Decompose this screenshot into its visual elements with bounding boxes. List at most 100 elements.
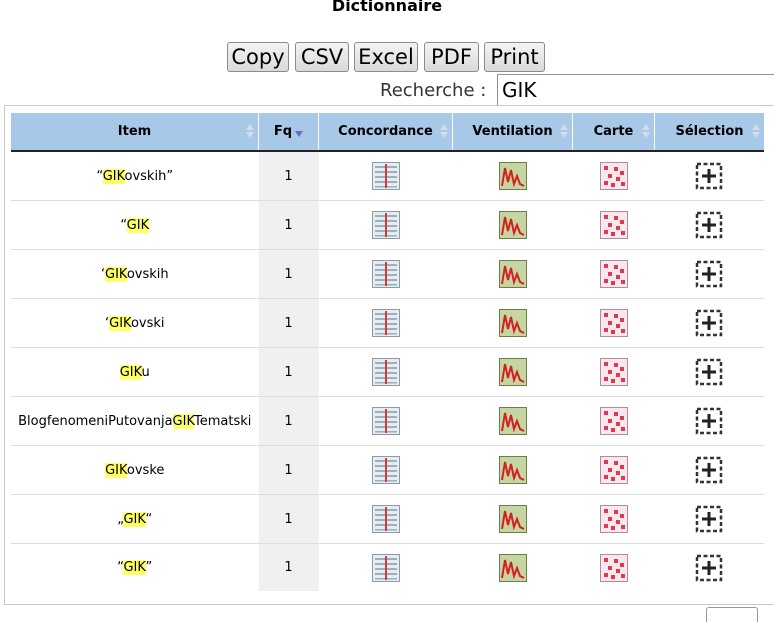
fq-cell: 1 — [258, 249, 319, 299]
item-suffix: ovskih — [126, 266, 169, 282]
table-header-row: Item Fq Concordance Ventilation Carte Sé… — [11, 113, 764, 152]
item-suffix: ovskih” — [124, 168, 174, 184]
search-input[interactable] — [497, 74, 774, 106]
item-highlight: GIK — [119, 364, 142, 380]
column-header-carte[interactable]: Carte — [572, 113, 655, 152]
map-grid-icon[interactable] — [599, 260, 628, 288]
carte-cell — [572, 494, 655, 544]
concordance-icon[interactable] — [371, 309, 400, 337]
item-highlight: GIK — [123, 560, 146, 575]
selection-cell — [654, 200, 764, 250]
item-highlight: GIK — [102, 168, 125, 184]
fq-cell: 1 — [258, 494, 319, 544]
ventilation-chart-icon[interactable] — [498, 358, 527, 386]
concordance-icon[interactable] — [371, 211, 400, 239]
item-cell: ‘GIKovskih — [11, 249, 259, 299]
concordance-cell — [318, 396, 453, 446]
add-selection-icon[interactable] — [695, 211, 724, 239]
column-header-ventilation[interactable]: Ventilation — [452, 113, 573, 152]
excel-button[interactable]: Excel — [354, 42, 418, 72]
selection-cell — [654, 249, 764, 299]
map-grid-icon[interactable] — [599, 456, 628, 484]
carte-cell — [572, 151, 655, 201]
map-grid-icon[interactable] — [599, 407, 628, 435]
concordance-icon[interactable] — [371, 553, 400, 582]
carte-cell — [572, 445, 655, 495]
ventilation-chart-icon[interactable] — [498, 553, 527, 582]
ventilation-chart-icon[interactable] — [498, 162, 527, 190]
item-suffix: Tematski — [193, 413, 252, 429]
fq-cell: 1 — [258, 298, 319, 348]
table-row: „GIK“ 1 — [11, 494, 764, 544]
table-row: “GIKovskih” 1 — [11, 151, 764, 201]
ventilation-chart-icon[interactable] — [498, 407, 527, 435]
table-row: “GIK” 1 — [11, 543, 764, 592]
search-label: Recherche : — [380, 80, 487, 101]
ventilation-chart-icon[interactable] — [498, 260, 527, 288]
copy-button[interactable]: Copy — [227, 42, 289, 72]
column-header-concordance[interactable]: Concordance — [318, 113, 453, 152]
map-grid-icon[interactable] — [599, 309, 628, 337]
selection-cell — [654, 445, 764, 495]
fq-cell: 1 — [258, 396, 319, 446]
fq-cell: 1 — [258, 543, 319, 591]
carte-cell — [572, 298, 655, 348]
selection-cell — [654, 347, 764, 397]
item-suffix: ovski — [130, 315, 165, 331]
carte-cell — [572, 249, 655, 299]
add-selection-icon[interactable] — [695, 505, 724, 533]
add-selection-icon[interactable] — [695, 358, 724, 386]
csv-button[interactable]: CSV — [295, 42, 349, 72]
table-row: BlogfenomeniPutovanjaGIKTematski 1 — [11, 396, 764, 446]
ventilation-cell — [452, 298, 573, 348]
item-cell: BlogfenomeniPutovanjaGIKTematski — [11, 396, 259, 446]
ventilation-chart-icon[interactable] — [498, 309, 527, 337]
item-prefix: BlogfenomeniPutovanja — [18, 413, 173, 429]
concordance-cell — [318, 347, 453, 397]
map-grid-icon[interactable] — [599, 162, 628, 190]
carte-cell — [572, 347, 655, 397]
map-grid-icon[interactable] — [599, 553, 628, 582]
selection-cell — [654, 298, 764, 348]
map-grid-icon[interactable] — [599, 358, 628, 386]
pdf-button[interactable]: PDF — [424, 42, 479, 72]
column-header-selection[interactable]: Sélection — [654, 113, 764, 152]
concordance-cell — [318, 249, 453, 299]
concordance-cell — [319, 544, 453, 592]
item-cell: ‘GIKovski — [11, 298, 259, 348]
carte-cell — [573, 544, 655, 592]
item-cell: GIKu — [11, 347, 259, 397]
map-grid-icon[interactable] — [599, 211, 628, 239]
add-selection-icon[interactable] — [695, 407, 724, 435]
ventilation-cell — [452, 249, 573, 299]
add-selection-icon[interactable] — [695, 553, 724, 582]
concordance-icon[interactable] — [371, 407, 400, 435]
item-suffix: “ — [145, 511, 153, 527]
add-selection-icon[interactable] — [695, 260, 724, 288]
fq-cell: 1 — [258, 445, 319, 495]
concordance-icon[interactable] — [371, 260, 400, 288]
print-button[interactable]: Print — [484, 42, 545, 72]
column-header-fq[interactable]: Fq — [258, 113, 319, 152]
concordance-icon[interactable] — [371, 456, 400, 484]
ventilation-chart-icon[interactable] — [498, 456, 527, 484]
sort-icon — [246, 124, 254, 140]
column-header-ventilation-label: Ventilation — [472, 124, 553, 139]
ventilation-cell — [452, 151, 573, 201]
item-suffix: u — [141, 364, 150, 380]
sort-icon — [560, 124, 568, 140]
concordance-icon[interactable] — [371, 162, 400, 190]
map-grid-icon[interactable] — [599, 505, 628, 533]
add-selection-icon[interactable] — [695, 309, 724, 337]
ventilation-cell — [453, 544, 573, 592]
item-highlight: GIK — [105, 266, 127, 282]
pagination-box[interactable] — [706, 607, 758, 622]
ventilation-chart-icon[interactable] — [498, 211, 527, 239]
concordance-icon[interactable] — [371, 358, 400, 386]
add-selection-icon[interactable] — [695, 162, 724, 190]
concordance-icon[interactable] — [371, 505, 400, 533]
ventilation-chart-icon[interactable] — [498, 505, 527, 533]
add-selection-icon[interactable] — [695, 456, 724, 484]
selection-cell — [654, 151, 764, 201]
column-header-item[interactable]: Item — [11, 113, 259, 152]
